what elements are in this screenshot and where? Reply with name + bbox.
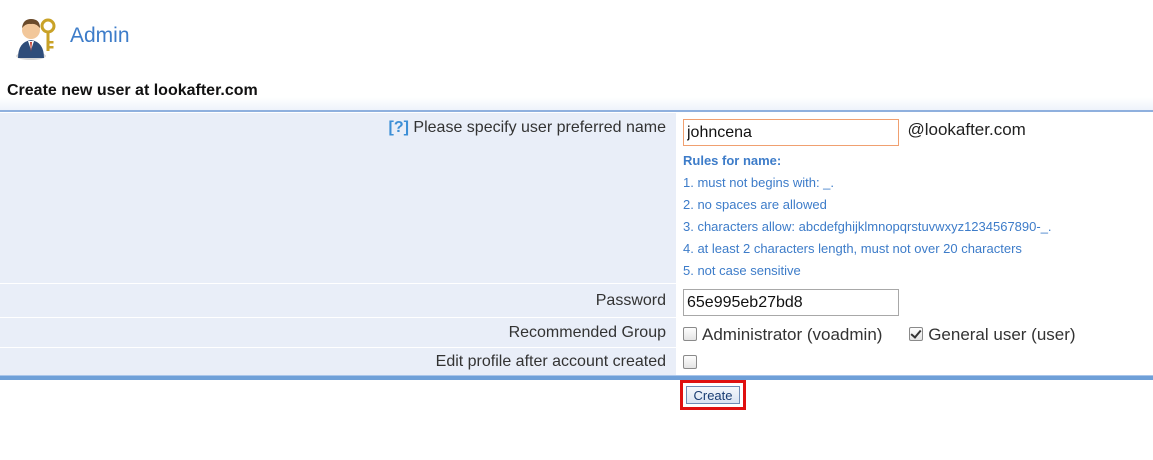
group-label-cell: Recommended Group — [0, 318, 677, 348]
rule-item: 3. characters allow: abcdefghijklmnopqrs… — [683, 219, 1052, 234]
rule-item: 4. at least 2 characters length, must no… — [683, 241, 1022, 256]
rule-item: 5. not case sensitive — [683, 263, 801, 278]
edit-profile-checkbox[interactable] — [683, 355, 697, 369]
password-label-cell: Password — [0, 284, 677, 318]
password-input[interactable] — [683, 289, 899, 316]
group-value-cell: Administrator (voadmin) General user (us… — [677, 318, 1153, 348]
group-option-administrator: Administrator (voadmin) — [683, 325, 887, 344]
edit-profile-label: Edit profile after account created — [435, 353, 666, 370]
general-user-option-label: General user (user) — [928, 325, 1076, 344]
username-label-cell: [?] Please specify user preferred name — [0, 113, 677, 284]
name-rules: Rules for name: 1. must not begins with:… — [683, 150, 1152, 282]
domain-suffix: @lookafter.com — [907, 120, 1026, 139]
password-value-cell — [677, 284, 1153, 318]
group-label: Recommended Group — [508, 324, 666, 341]
username-label: Please specify user preferred name — [413, 119, 666, 136]
administrator-option-label: Administrator (voadmin) — [702, 325, 883, 344]
admin-user-key-icon — [16, 18, 56, 60]
form-footer-bar — [0, 375, 1153, 380]
edit-profile-label-cell: Edit profile after account created — [0, 348, 677, 378]
form-row-password: Password — [0, 284, 1153, 318]
form-row-username: [?] Please specify user preferred name @… — [0, 113, 1153, 284]
page-title: Admin — [70, 24, 130, 47]
edit-profile-option — [683, 355, 1152, 373]
form-row-edit-profile: Edit profile after account created — [0, 348, 1153, 378]
username-value-cell: @lookafter.com Rules for name: 1. must n… — [677, 113, 1153, 284]
create-button-highlight: Create — [680, 380, 746, 410]
help-link[interactable]: [?] — [389, 119, 409, 136]
rules-title: Rules for name: — [683, 153, 782, 168]
administrator-checkbox[interactable] — [683, 327, 697, 341]
section-header: Create new user at lookafter.com — [0, 78, 1153, 112]
password-label: Password — [595, 292, 666, 309]
rule-item: 1. must not begins with: _. — [683, 175, 835, 190]
group-option-general-user: General user (user) — [909, 325, 1076, 344]
rule-item: 2. no spaces are allowed — [683, 197, 827, 212]
form-row-group: Recommended Group Administrator (voadmin… — [0, 318, 1153, 348]
group-options: Administrator (voadmin) General user (us… — [683, 325, 1152, 345]
section-title: Create new user at lookafter.com — [7, 82, 258, 99]
edit-profile-value-cell — [677, 348, 1153, 378]
username-input[interactable] — [683, 119, 899, 146]
page-header: Admin — [0, 0, 1153, 72]
general-user-checkbox[interactable] — [909, 327, 924, 341]
create-button[interactable]: Create — [686, 386, 740, 404]
create-user-form: [?] Please specify user preferred name @… — [0, 113, 1153, 378]
